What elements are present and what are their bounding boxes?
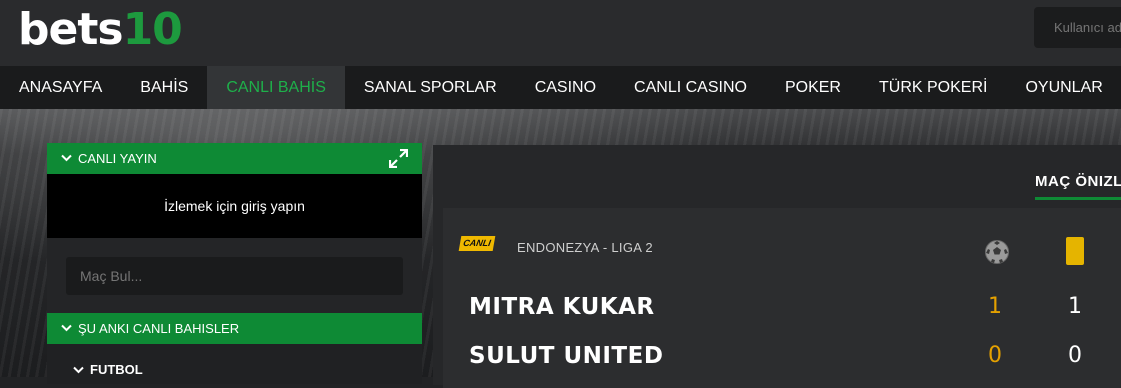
yellow-card-icon bbox=[1066, 237, 1084, 265]
main-nav: ANASAYFA BAHİS CANLI BAHİS SANAL SPORLAR… bbox=[0, 66, 1121, 109]
nav-item-bahis[interactable]: BAHİS bbox=[121, 66, 207, 109]
away-team: SULUT UNITED bbox=[469, 343, 664, 369]
nav-item-turk-pokeri[interactable]: TÜRK POKERİ bbox=[860, 66, 1006, 109]
live-bets-header[interactable]: ŞU ANKI CANLI BAHISLER bbox=[47, 313, 422, 344]
league-name: ENDONEZYA - LIGA 2 bbox=[517, 240, 653, 255]
chevron-down-icon bbox=[61, 143, 73, 174]
sport-label: FUTBOL bbox=[90, 362, 143, 377]
live-stream-header[interactable]: CANLI YAYIN bbox=[47, 143, 422, 174]
expand-icon[interactable] bbox=[389, 149, 408, 168]
stream-login-message: İzlemek için giriş yapın bbox=[47, 174, 422, 238]
username-input[interactable] bbox=[1034, 7, 1121, 48]
tab-active-indicator bbox=[1035, 197, 1121, 200]
chevron-down-icon bbox=[61, 313, 73, 344]
home-team: MITRA KUKAR bbox=[469, 294, 655, 320]
football-icon bbox=[985, 240, 1009, 264]
logo-text: bets bbox=[18, 4, 124, 55]
nav-item-sanal-sporlar[interactable]: SANAL SPORLAR bbox=[345, 66, 516, 109]
home-cards: 1 bbox=[1068, 294, 1082, 319]
logo[interactable]: bets10 bbox=[18, 4, 183, 55]
nav-item-anasayfa[interactable]: ANASAYFA bbox=[0, 66, 121, 109]
live-bets-title: ŞU ANKI CANLI BAHISLER bbox=[78, 321, 240, 336]
away-goals: 0 bbox=[988, 343, 1002, 368]
sport-item-futbol[interactable]: FUTBOL bbox=[73, 362, 143, 377]
live-stream-title: CANLI YAYIN bbox=[78, 151, 157, 166]
live-badge: CANLI bbox=[458, 236, 496, 251]
tab-match-preview[interactable]: MAÇ ÖNIZLEME bbox=[1035, 173, 1121, 190]
nav-item-casino[interactable]: CASINO bbox=[516, 66, 615, 109]
match-search-input[interactable] bbox=[66, 257, 403, 295]
nav-item-oyunlar[interactable]: OYUNLAR bbox=[1006, 66, 1121, 109]
chevron-down-icon bbox=[73, 366, 84, 374]
home-goals: 1 bbox=[988, 294, 1002, 319]
top-bar: bets10 bbox=[0, 0, 1121, 66]
nav-item-canli-casino[interactable]: CANLI CASINO bbox=[615, 66, 766, 109]
away-cards: 0 bbox=[1068, 343, 1082, 368]
logo-accent: 10 bbox=[122, 4, 183, 55]
nav-item-canli-bahis[interactable]: CANLI BAHİS bbox=[207, 66, 345, 109]
nav-item-poker[interactable]: POKER bbox=[766, 66, 860, 109]
